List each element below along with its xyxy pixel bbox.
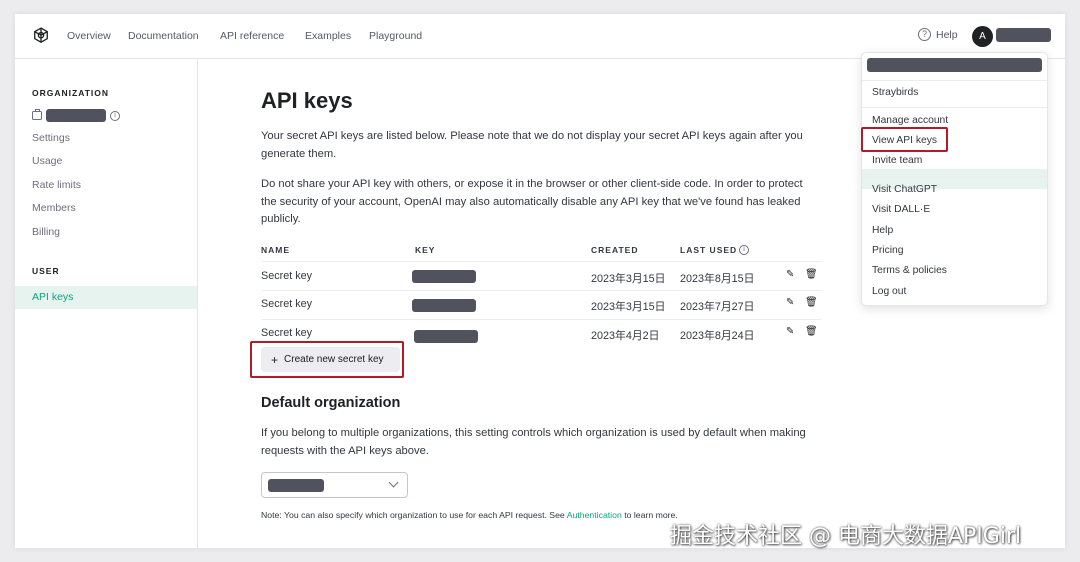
last-used-cell: 2023年7月27日 xyxy=(680,301,755,313)
highlight-box xyxy=(861,127,948,152)
sidebar-item-api-keys[interactable]: API keys xyxy=(15,286,197,309)
account-dropdown: Straybirds Manage account View API keys … xyxy=(861,52,1048,306)
organization-heading: ORGANIZATION xyxy=(32,88,110,98)
authentication-link[interactable]: Authentication xyxy=(567,510,622,520)
redacted-org-name xyxy=(46,109,106,122)
chevron-down-icon xyxy=(388,477,399,488)
last-used-cell: 2023年8月15日 xyxy=(680,273,755,285)
org-note: Note: You can also specify which organiz… xyxy=(261,510,678,520)
sidebar-item-usage[interactable]: Usage xyxy=(32,155,62,167)
note-prefix: Note: You can also specify which organiz… xyxy=(261,510,565,520)
app-window: Overview Documentation API reference Exa… xyxy=(15,14,1065,548)
briefcase-icon xyxy=(32,109,42,120)
edit-icon[interactable]: ✎ xyxy=(786,269,794,280)
trash-icon[interactable]: 🗑 xyxy=(805,297,818,308)
redacted-key xyxy=(412,299,476,312)
org-selector[interactable]: i xyxy=(32,109,120,122)
created-cell: 2023年4月2日 xyxy=(591,330,660,342)
row-divider xyxy=(261,319,821,320)
default-org-description: If you belong to multiple organizations,… xyxy=(261,427,806,457)
page-title: API keys xyxy=(261,88,353,113)
menu-item-pricing[interactable]: Pricing xyxy=(872,245,903,256)
created-cell: 2023年3月15日 xyxy=(591,273,666,285)
row-divider xyxy=(261,290,821,291)
intro-text: Your secret API keys are listed below. P… xyxy=(261,130,803,160)
col-header-created: CREATED xyxy=(591,245,639,255)
sidebar-item-billing[interactable]: Billing xyxy=(32,226,60,238)
row-divider xyxy=(261,261,821,262)
question-icon: ? xyxy=(918,28,931,41)
openai-logo-icon[interactable] xyxy=(31,26,51,46)
trash-icon[interactable]: 🗑 xyxy=(805,326,818,337)
menu-item-invite-team[interactable]: Invite team xyxy=(872,155,922,166)
watermark: 掘金技术社区 @ 电商大数据APIGirl xyxy=(670,524,1022,549)
redacted-username[interactable] xyxy=(996,28,1051,42)
info-icon[interactable]: i xyxy=(110,110,120,121)
created-cell: 2023年3月15日 xyxy=(591,301,666,313)
help-button[interactable]: ? Help xyxy=(918,28,958,41)
avatar[interactable]: A xyxy=(972,26,993,47)
redacted-org-value xyxy=(268,479,324,492)
menu-divider xyxy=(862,176,1047,177)
redacted-email xyxy=(867,58,1042,72)
nav-api-reference[interactable]: API reference xyxy=(220,30,284,42)
sidebar-item-rate-limits[interactable]: Rate limits xyxy=(32,179,81,191)
nav-playground[interactable]: Playground xyxy=(369,30,422,42)
last-used-cell: 2023年8月24日 xyxy=(680,330,755,342)
nav-overview[interactable]: Overview xyxy=(67,30,111,42)
help-label: Help xyxy=(936,28,958,41)
sidebar-item-settings[interactable]: Settings xyxy=(32,132,70,144)
warning-text: Do not share your API key with others, o… xyxy=(261,178,803,225)
menu-item-terms[interactable]: Terms & policies xyxy=(872,265,947,276)
col-header-name: NAME xyxy=(261,245,291,255)
sidebar-item-label: API keys xyxy=(32,291,74,303)
menu-item-visit-dalle[interactable]: Visit DALL·E xyxy=(872,204,930,215)
default-org-select[interactable] xyxy=(261,472,408,498)
key-name-cell: Secret key xyxy=(261,327,313,339)
sidebar: ORGANIZATION i Settings Usage Rate limit… xyxy=(15,59,198,548)
col-header-key: KEY xyxy=(415,245,436,255)
nav-documentation[interactable]: Documentation xyxy=(128,30,199,42)
trash-icon[interactable]: 🗑 xyxy=(805,269,818,280)
menu-item-manage-account[interactable]: Manage account xyxy=(872,115,948,126)
redacted-key xyxy=(414,330,478,343)
redacted-key xyxy=(412,270,476,283)
last-used-info-icon[interactable]: i xyxy=(739,245,749,255)
edit-icon[interactable]: ✎ xyxy=(786,297,794,308)
key-name-cell: Secret key xyxy=(261,270,313,282)
org-name-label: Straybirds xyxy=(872,87,919,98)
default-org-title: Default organization xyxy=(261,395,401,411)
menu-divider xyxy=(862,80,1047,81)
user-heading: USER xyxy=(32,266,60,276)
col-header-last-used: LAST USED xyxy=(680,245,738,255)
menu-item-help[interactable]: Help xyxy=(872,225,893,236)
menu-divider xyxy=(862,107,1047,108)
sidebar-item-members[interactable]: Members xyxy=(32,202,76,214)
highlight-box xyxy=(250,341,404,378)
edit-icon[interactable]: ✎ xyxy=(786,326,794,337)
nav-examples[interactable]: Examples xyxy=(305,30,351,42)
menu-item-visit-chatgpt[interactable]: Visit ChatGPT xyxy=(872,184,937,195)
menu-item-log-out[interactable]: Log out xyxy=(872,286,906,297)
key-name-cell: Secret key xyxy=(261,298,313,310)
